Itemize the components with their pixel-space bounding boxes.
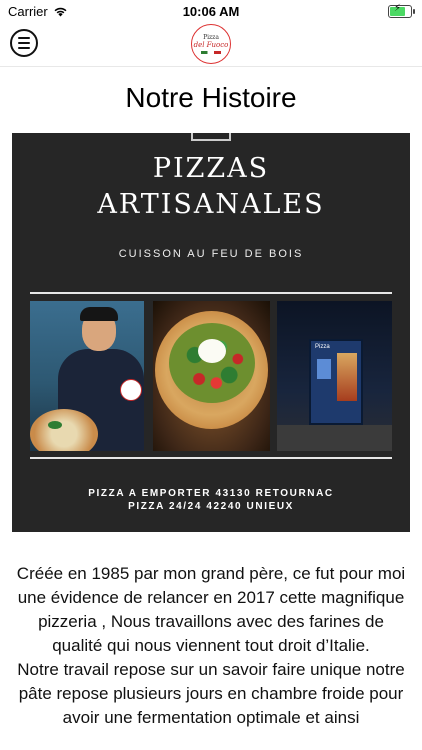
pizza-photo (153, 301, 270, 451)
vending-machine-screen (317, 359, 331, 379)
battery-nub (413, 9, 415, 14)
status-time: 10:06 AM (182, 4, 240, 19)
menu-icon-bar (18, 37, 30, 39)
vending-machine-sign: Pizza (315, 344, 330, 350)
story-paragraph-1: Créée en 1985 par mon grand père, ce fut… (16, 564, 406, 655)
story-text: Créée en 1985 par mon grand père, ce fut… (12, 562, 410, 730)
brand-logo[interactable]: Pizza del Fuoco (191, 24, 231, 64)
logo-line1: Pizza (203, 34, 219, 41)
banner-footer-line1: PIZZA A EMPORTER 43130 RETOURNAC (88, 488, 334, 499)
story-paragraph-2: Notre travail repose sur un savoir faire… (17, 660, 405, 727)
battery-icon: ⚡ (388, 3, 415, 18)
vending-machine-photo: Pizza (277, 301, 392, 451)
status-bar: Carrier 10:06 AM ⚡ (0, 0, 422, 22)
logo-line2: del Fuoco (193, 41, 229, 49)
oven-arch-icon (191, 133, 231, 141)
banner-footer-line2: PIZZA 24/24 42240 UNIEUX (128, 501, 294, 512)
vending-machine-poster (337, 353, 357, 401)
banner-divider-bottom (30, 457, 392, 459)
chef-cap (80, 307, 118, 321)
menu-button[interactable] (10, 29, 38, 57)
vending-machine-ground (277, 425, 392, 451)
chef-logo-badge (120, 379, 142, 401)
banner-image: PIZZAS ARTISANALES CUISSON AU FEU DE BOI… (12, 133, 410, 532)
chef-photo (30, 301, 144, 451)
menu-icon-bar (18, 42, 30, 44)
banner-title-line1: PIZZAS (152, 153, 270, 184)
chef-pizza-basil (48, 421, 62, 429)
banner-title-line2: ARTISANALES (97, 189, 325, 220)
menu-icon-bar (18, 47, 30, 49)
app-header: Pizza del Fuoco (0, 22, 422, 67)
pizza-burrata (198, 339, 226, 363)
banner-subtitle: CUISSON AU FEU DE BOIS (118, 248, 304, 260)
logo-flag-stripe (201, 51, 221, 54)
pizza-toppings (169, 323, 255, 403)
banner-divider-top (30, 292, 392, 294)
chef-pizza (30, 409, 98, 451)
charging-bolt-icon: ⚡ (394, 3, 402, 14)
page-title: Notre Histoire (125, 82, 297, 113)
